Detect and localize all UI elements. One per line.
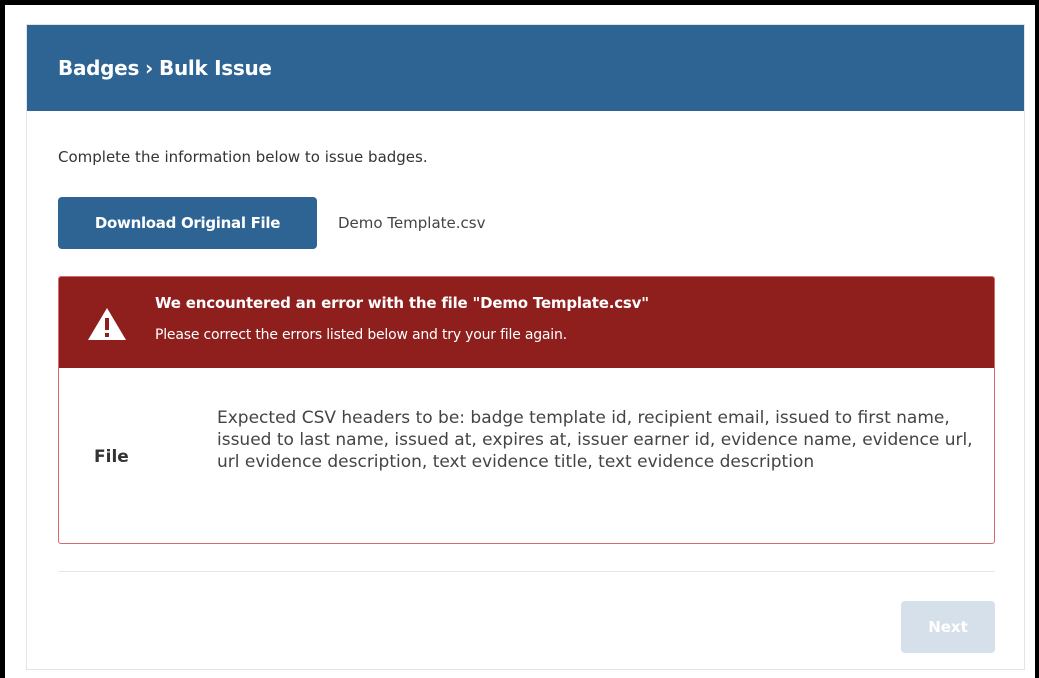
bulk-issue-panel: Badges › Bulk Issue Complete the informati… [26, 24, 1025, 670]
page-header: Badges › Bulk Issue [27, 25, 1024, 111]
intro-text: Complete the information below to issue … [58, 148, 428, 166]
error-alert: We encountered an error with the file "D… [58, 276, 995, 544]
uploaded-file-name: Demo Template.csv [338, 214, 486, 232]
download-original-file-button[interactable]: Download Original File [58, 197, 317, 249]
warning-triangle-icon [88, 308, 126, 340]
error-subtitle: Please correct the errors listed below a… [155, 327, 567, 343]
error-row-label: File [94, 447, 129, 467]
next-button[interactable]: Next [901, 601, 995, 653]
error-alert-header: We encountered an error with the file "D… [59, 277, 994, 368]
breadcrumb-bulk-issue: Bulk Issue [159, 56, 272, 80]
breadcrumb-separator: › [145, 56, 153, 80]
footer-divider [58, 571, 995, 572]
breadcrumb-badges[interactable]: Badges [58, 56, 139, 80]
error-row-message: Expected CSV headers to be: badge templa… [217, 408, 973, 472]
window-frame: Badges › Bulk Issue Complete the informati… [0, 0, 1039, 678]
error-title: We encountered an error with the file "D… [155, 294, 649, 312]
